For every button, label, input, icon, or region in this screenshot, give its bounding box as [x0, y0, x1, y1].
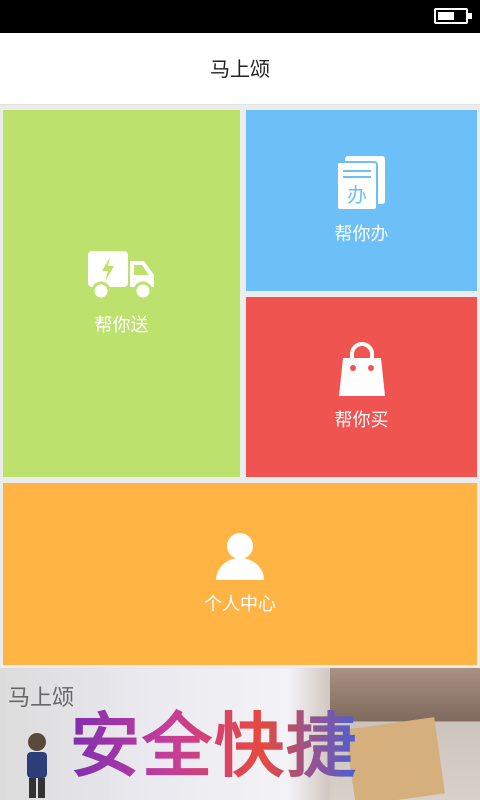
tile-help-buy[interactable]: 帮你买 [246, 297, 477, 477]
battery-level-fill [438, 12, 454, 20]
documents-icon: 办 [336, 155, 385, 210]
tile-label: 个人中心 [204, 594, 276, 615]
tile-help-do[interactable]: 办 帮你办 [246, 110, 477, 291]
app-bar: 马上颂 [0, 33, 480, 105]
battery-icon [434, 8, 472, 24]
tile-personal-center[interactable]: 个人中心 [3, 483, 477, 665]
shopping-bag-icon [338, 342, 385, 396]
banner-logo: 马上颂 [8, 686, 75, 711]
tile-label: 帮你办 [334, 223, 389, 245]
person-icon [216, 533, 264, 580]
promo-banner[interactable]: 马上颂 安全快捷 [0, 668, 480, 800]
status-bar [0, 0, 480, 33]
tile-label: 帮你送 [94, 314, 149, 336]
tile-label: 帮你买 [334, 410, 389, 431]
svg-text:办: 办 [347, 183, 367, 207]
banner-parcel-image [345, 717, 445, 800]
banner-slogan: 安全快捷 [70, 690, 358, 791]
page-title: 马上颂 [210, 57, 270, 81]
tile-help-send[interactable]: 帮你送 [3, 110, 240, 477]
courier-figure-icon [27, 733, 47, 798]
delivery-truck-icon [87, 250, 154, 300]
